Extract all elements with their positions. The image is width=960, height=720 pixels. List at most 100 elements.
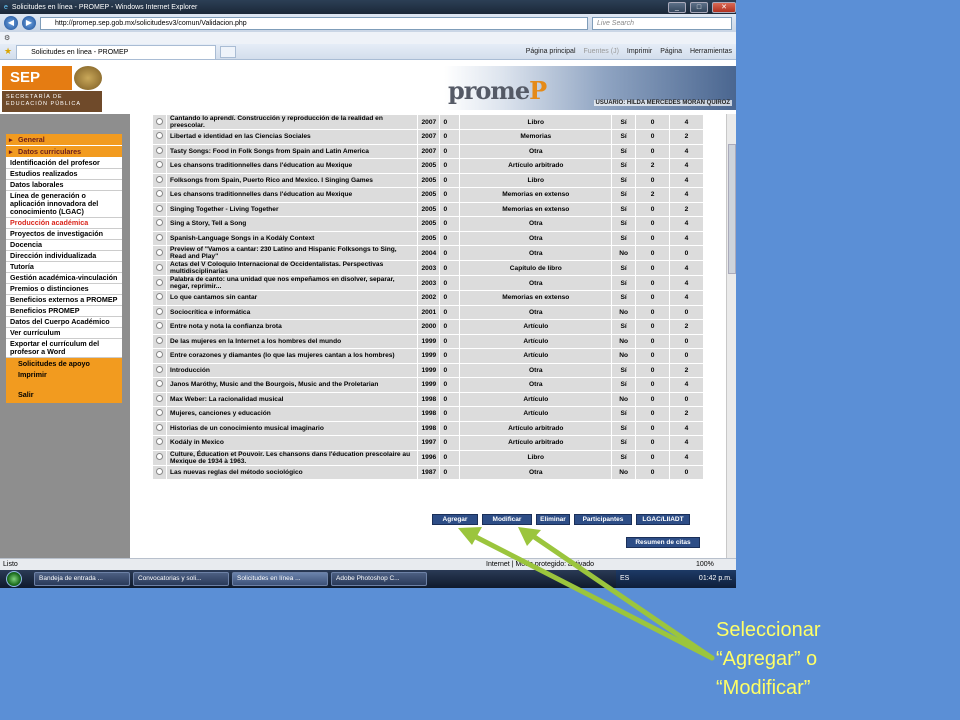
sidebar-item[interactable]: Identificación del profesor — [6, 158, 122, 169]
sidebar-item[interactable]: Ver currículum — [6, 328, 122, 339]
language-indicator[interactable]: ES — [620, 570, 629, 588]
table-cell: 1998 — [417, 406, 441, 422]
row-select-radio[interactable] — [156, 409, 163, 417]
feeds-button[interactable]: Fuentes (J) — [584, 48, 619, 55]
row-select-radio[interactable] — [156, 248, 163, 256]
row-select-radio[interactable] — [156, 204, 163, 212]
page-button[interactable]: Página — [660, 48, 682, 55]
start-button[interactable] — [6, 571, 22, 587]
maximize-button[interactable]: □ — [690, 1, 708, 13]
status-zone: Internet | Modo protegido: activado — [486, 561, 595, 568]
row-select-radio[interactable] — [156, 438, 163, 446]
table-cell: Sí — [611, 275, 637, 291]
row-select-radio[interactable] — [156, 117, 163, 125]
table-cell: 0 — [635, 143, 671, 159]
table-cell: De las mujeres en la Internet a los homb… — [165, 333, 419, 349]
row-select-radio[interactable] — [156, 278, 163, 286]
sidebar-item[interactable]: Datos del Cuerpo Académico — [6, 317, 122, 328]
sidebar-item[interactable]: Tutoría — [6, 262, 122, 273]
link-bar: ⚙ — [0, 32, 736, 44]
row-select-radio[interactable] — [156, 322, 163, 330]
table-cell: Sí — [611, 187, 637, 203]
sidebar-item[interactable]: Estudios realizados — [6, 169, 122, 180]
close-button[interactable]: ✕ — [712, 1, 736, 13]
lgac-button[interactable]: LGAC/LIIADT — [636, 514, 690, 525]
home-button[interactable]: Página principal — [526, 48, 576, 55]
url-input[interactable]: http://promep.sep.gob.mx/solicitudesv3/c… — [40, 16, 588, 30]
sidebar-item[interactable]: Gestión académica-vinculación — [6, 273, 122, 284]
sidebar-item[interactable]: Beneficios externos a PROMEP — [6, 295, 122, 306]
zoom-level[interactable]: 100% — [696, 561, 714, 568]
row-select-radio[interactable] — [156, 233, 163, 241]
table-cell: 0 — [635, 464, 671, 480]
taskbar-item[interactable]: Bandeja de entrada ... — [34, 572, 130, 586]
sidebar-item[interactable]: Producción académica — [6, 218, 122, 229]
row-select-radio[interactable] — [156, 175, 163, 183]
table-cell: 0 — [635, 319, 671, 335]
table-cell: 0 — [635, 377, 671, 393]
menu-imprimir[interactable]: Imprimir — [6, 369, 122, 380]
table-row: Max Weber: La racionalidad musical 1998 0 A… — [152, 391, 704, 407]
table-cell: 0 — [635, 290, 671, 306]
row-select-radio[interactable] — [156, 423, 163, 431]
row-select-radio[interactable] — [156, 161, 163, 169]
row-select-radio[interactable] — [156, 365, 163, 373]
resumen-citas-button[interactable]: Resumen de citas — [626, 537, 700, 548]
agregar-button[interactable]: Agregar — [432, 514, 478, 525]
sidebar-item[interactable]: Exportar el currículum del profesor a Wo… — [6, 339, 122, 358]
table-cell: 0 — [439, 377, 461, 393]
row-select-radio[interactable] — [156, 132, 163, 140]
participantes-button[interactable]: Participantes — [574, 514, 632, 525]
row-select-radio[interactable] — [156, 219, 163, 227]
menu-general[interactable]: General — [6, 134, 122, 146]
table-cell: 0 — [439, 114, 461, 130]
promep-logo-b: P — [529, 76, 547, 105]
row-select-radio[interactable] — [156, 380, 163, 388]
taskbar-item[interactable]: Convocatorias y soli... — [133, 572, 229, 586]
national-seal-icon — [74, 66, 102, 90]
table-cell: Sí — [611, 377, 637, 393]
sidebar-item[interactable]: Dirección individualizada — [6, 251, 122, 262]
favorites-icon[interactable]: ★ — [4, 46, 12, 57]
row-select-radio[interactable] — [156, 351, 163, 359]
menu-salir[interactable]: Salir — [6, 389, 122, 403]
table-cell: 0 — [439, 435, 461, 451]
eliminar-button[interactable]: Eliminar — [536, 514, 570, 525]
table-cell: 1996 — [417, 449, 441, 466]
sidebar-item[interactable]: Datos laborales — [6, 180, 122, 191]
new-tab-button[interactable] — [220, 45, 237, 58]
minimize-button[interactable]: _ — [668, 1, 686, 13]
row-select-radio[interactable] — [156, 307, 163, 315]
table-cell: Sing a Story, Tell a Song — [165, 216, 419, 232]
row-select-radio[interactable] — [156, 293, 163, 301]
sidebar-menu: General Datos curriculares Identificació… — [6, 134, 122, 403]
row-select-radio[interactable] — [156, 394, 163, 402]
table-cell: Lo que cantamos sin cantar — [165, 290, 419, 306]
scroll-thumb[interactable] — [728, 144, 736, 274]
taskbar-item[interactable]: Solicitudes en línea ... — [232, 572, 328, 586]
sidebar-item[interactable]: Línea de generación o aplicación innovad… — [6, 191, 122, 218]
scrollbar[interactable] — [726, 114, 736, 558]
sidebar-item[interactable]: Beneficios PROMEP — [6, 306, 122, 317]
row-select-radio[interactable] — [156, 467, 163, 475]
search-input[interactable]: Live Search — [592, 16, 732, 30]
sidebar-item[interactable]: Premios o distinciones — [6, 284, 122, 295]
menu-datos-curriculares[interactable]: Datos curriculares — [6, 146, 122, 158]
row-select-radio[interactable] — [156, 453, 163, 460]
tools-button[interactable]: Herramientas — [690, 48, 732, 55]
menu-solicitudes[interactable]: Solicitudes de apoyo — [6, 358, 122, 369]
print-button[interactable]: Imprimir — [627, 48, 652, 55]
row-select-radio[interactable] — [156, 263, 163, 271]
row-select-radio[interactable] — [156, 190, 163, 198]
taskbar-item[interactable]: Adobe Photoshop C... — [331, 572, 427, 586]
back-icon[interactable]: ◀ — [4, 16, 18, 30]
tab-promep[interactable]: Solicitudes en línea - PROMEP — [16, 44, 217, 59]
table-cell: 4 — [669, 449, 704, 466]
sidebar-item[interactable]: Proyectos de investigación — [6, 229, 122, 240]
sidebar-item[interactable]: Docencia — [6, 240, 122, 251]
row-select-radio[interactable] — [156, 146, 163, 154]
row-select-radio[interactable] — [156, 336, 163, 344]
row-radio-cell — [152, 172, 167, 188]
forward-icon[interactable]: ▶ — [22, 16, 36, 30]
modificar-button[interactable]: Modificar — [482, 514, 532, 525]
